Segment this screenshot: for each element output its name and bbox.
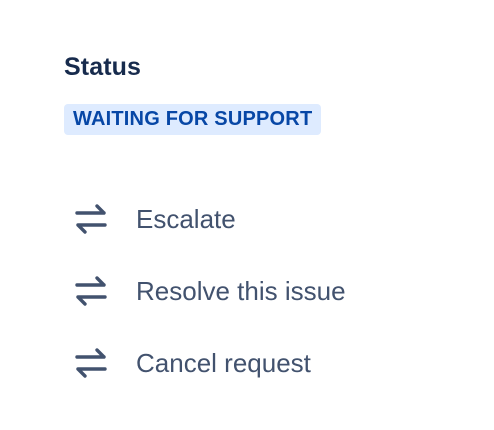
- transition-cancel[interactable]: Cancel request: [64, 327, 464, 399]
- transition-arrows-icon: [64, 201, 120, 237]
- transition-arrows-icon: [64, 345, 120, 381]
- transition-label: Cancel request: [136, 348, 311, 378]
- transition-label: Escalate: [136, 204, 236, 234]
- transition-resolve[interactable]: Resolve this issue: [64, 255, 464, 327]
- transition-escalate[interactable]: Escalate: [64, 183, 464, 255]
- status-badge: WAITING FOR SUPPORT: [64, 104, 322, 135]
- transition-arrows-icon: [64, 273, 120, 309]
- transition-list: Escalate Resolve this issue Cancel reque…: [64, 183, 464, 399]
- status-heading: Status: [64, 53, 142, 81]
- transition-label: Resolve this issue: [136, 276, 346, 306]
- request-status-panel: Status WAITING FOR SUPPORT Escalate Reso…: [0, 0, 494, 430]
